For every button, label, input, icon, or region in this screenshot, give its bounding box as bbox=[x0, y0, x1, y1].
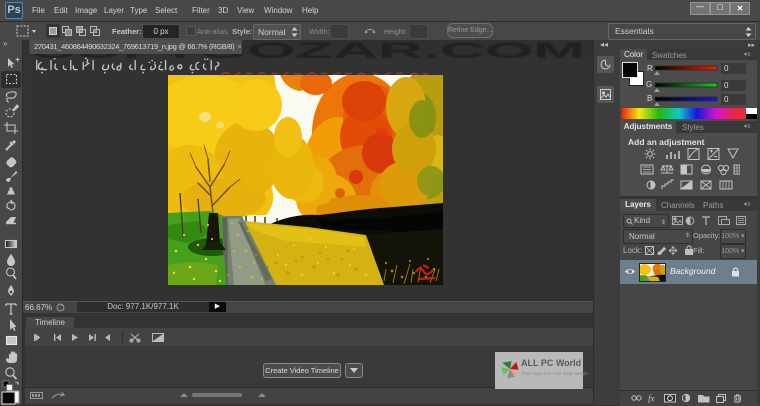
svg-text:fx: fx bbox=[648, 394, 655, 404]
